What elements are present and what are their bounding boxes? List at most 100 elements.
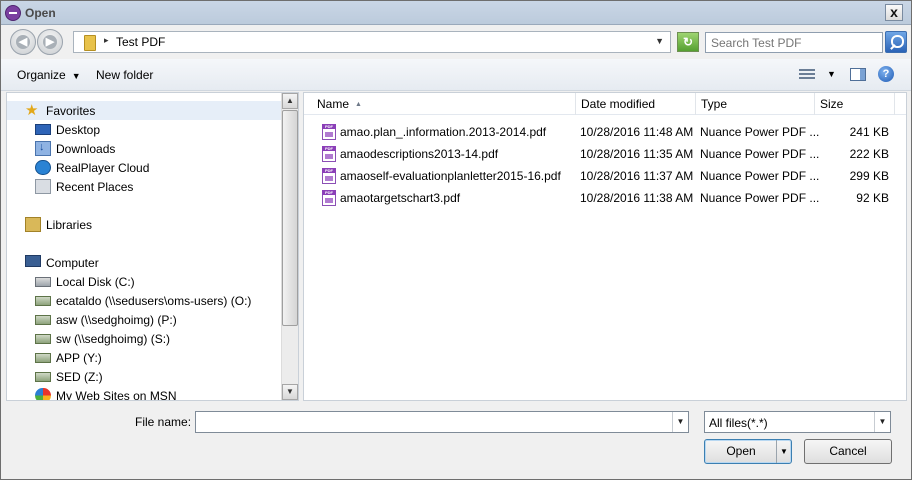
recent-places-icon <box>35 179 51 194</box>
file-type: Nuance Power PDF ... <box>700 169 820 183</box>
file-type-dropdown-icon[interactable]: ▼ <box>874 412 890 432</box>
sidebar-item-label: Local Disk (C:) <box>56 275 135 289</box>
view-dropdown-icon[interactable]: ▼ <box>827 69 836 79</box>
sidebar-item-drive-s[interactable]: sw (\\sedghoimg) (S:) <box>7 329 285 348</box>
sidebar-item-favorites[interactable]: ★ Favorites <box>7 101 285 120</box>
column-size-header[interactable]: Size <box>815 93 895 115</box>
sidebar-item-label: Favorites <box>46 104 96 118</box>
sidebar-item-label: Computer <box>46 256 99 270</box>
file-type: Nuance Power PDF ... <box>700 147 820 161</box>
sidebar-item-label: ecataldo (\\sedusers\oms-users) (O:) <box>56 294 252 308</box>
sidebar-item-label: SED (Z:) <box>56 370 103 384</box>
computer-icon <box>25 255 41 267</box>
close-button[interactable]: x <box>885 4 903 21</box>
address-bar[interactable]: ▸ Test PDF ▼ <box>73 31 671 53</box>
column-type-header[interactable]: Type <box>696 93 815 115</box>
sidebar-item-drive-z[interactable]: SED (Z:) <box>7 367 285 386</box>
organize-label: Organize <box>17 68 66 82</box>
sidebar-item-libraries[interactable]: Libraries <box>7 215 285 234</box>
file-name: amaotargetschart3.pdf <box>340 191 461 205</box>
network-drive-icon <box>35 372 51 382</box>
preview-pane-icon[interactable] <box>850 68 866 81</box>
file-name-field[interactable]: ▼ <box>195 411 689 433</box>
search-input[interactable] <box>705 32 883 53</box>
column-name-header[interactable]: Name ▲ <box>312 93 576 115</box>
sidebar-item-desktop[interactable]: Desktop <box>7 120 285 139</box>
file-size: 241 KB <box>849 125 889 139</box>
pdf-file-icon <box>322 124 336 140</box>
pdf-file-icon <box>322 146 336 162</box>
breadcrumb-test-pdf[interactable]: Test PDF <box>116 35 165 49</box>
network-drive-icon <box>35 315 51 325</box>
sidebar-item-my-web-sites-msn[interactable]: My Web Sites on MSN <box>7 386 285 400</box>
sidebar-item-label: Downloads <box>56 142 116 156</box>
sidebar-item-drive-o[interactable]: ecataldo (\\sedusers\oms-users) (O:) <box>7 291 285 310</box>
libraries-icon <box>25 217 41 232</box>
file-row[interactable]: amaoself-evaluationplanletter2015-16.pdf… <box>312 165 897 187</box>
sidebar-item-label: RealPlayer Cloud <box>56 161 150 175</box>
organize-button[interactable]: Organize ▼ <box>17 68 81 82</box>
file-list-pane: Name ▲ Date modified Type Size amao.plan_… <box>303 92 907 401</box>
sidebar-item-label: My Web Sites on MSN <box>56 389 177 400</box>
file-name: amao.plan_.information.2013-2014.pdf <box>340 125 547 139</box>
file-date: 10/28/2016 11:37 AM <box>580 169 694 183</box>
file-type-filter-value: All files(*.*) <box>709 416 768 430</box>
navigation-pane: ★ Favorites Desktop Downloads RealPlayer… <box>6 92 299 401</box>
command-bar: Organize ▼ New folder ▼ ? <box>1 59 911 91</box>
forward-button[interactable]: ▶ <box>37 29 63 55</box>
cancel-button[interactable]: Cancel <box>804 439 892 464</box>
search-icon[interactable] <box>885 31 907 53</box>
navigation-scrollbar[interactable]: ▲ ▼ <box>281 93 298 400</box>
file-name-label: File name: <box>135 415 192 429</box>
forward-arrow-icon: ▶ <box>43 35 57 49</box>
refresh-button[interactable]: ↻ <box>677 32 699 52</box>
sidebar-item-drive-y[interactable]: APP (Y:) <box>7 348 285 367</box>
msn-icon <box>35 388 51 400</box>
sidebar-item-realplayer-cloud[interactable]: RealPlayer Cloud <box>7 158 285 177</box>
file-type: Nuance Power PDF ... <box>700 125 820 139</box>
breadcrumb-separator-icon[interactable]: ▸ <box>104 35 109 46</box>
scroll-thumb[interactable] <box>282 110 298 326</box>
file-name: amaoself-evaluationplanletter2015-16.pdf <box>340 169 561 183</box>
file-name: amaodescriptions2013-14.pdf <box>340 147 499 161</box>
file-name-dropdown-icon[interactable]: ▼ <box>672 412 688 432</box>
sidebar-item-computer[interactable]: Computer <box>7 253 285 272</box>
scroll-down-icon[interactable]: ▼ <box>282 384 298 400</box>
file-row[interactable]: amaotargetschart3.pdf 10/28/2016 11:38 A… <box>312 187 897 209</box>
app-icon <box>5 5 21 21</box>
address-dropdown-icon[interactable]: ▼ <box>655 36 664 46</box>
network-drive-icon <box>35 296 51 306</box>
sidebar-item-label: Recent Places <box>56 180 134 194</box>
star-icon: ★ <box>25 102 39 119</box>
sort-ascending-icon: ▲ <box>355 101 362 108</box>
network-drive-icon <box>35 353 51 363</box>
open-button-label[interactable]: Open <box>705 440 777 463</box>
sidebar-item-local-disk-c[interactable]: Local Disk (C:) <box>7 272 285 291</box>
back-arrow-icon: ◀ <box>16 35 30 49</box>
change-view-icon[interactable] <box>799 69 815 81</box>
help-icon[interactable]: ? <box>878 66 894 82</box>
navigation-tree: ★ Favorites Desktop Downloads RealPlayer… <box>7 93 285 400</box>
sidebar-item-drive-p[interactable]: asw (\\sedghoimg) (P:) <box>7 310 285 329</box>
column-name-label: Name <box>317 97 350 111</box>
file-size: 222 KB <box>849 147 889 161</box>
pdf-file-icon <box>322 190 336 206</box>
sidebar-item-recent-places[interactable]: Recent Places <box>7 177 285 196</box>
sidebar-item-downloads[interactable]: Downloads <box>7 139 285 158</box>
file-row[interactable]: amao.plan_.information.2013-2014.pdf 10/… <box>312 121 897 143</box>
back-button[interactable]: ◀ <box>10 29 36 55</box>
folder-icon <box>82 35 96 51</box>
file-size: 92 KB <box>856 191 889 205</box>
file-type-filter[interactable]: All files(*.*) ▼ <box>704 411 891 433</box>
open-button[interactable]: Open ▼ <box>704 439 792 464</box>
open-split-dropdown-icon[interactable]: ▼ <box>776 440 791 463</box>
scroll-up-icon[interactable]: ▲ <box>282 93 298 109</box>
column-date-header[interactable]: Date modified <box>576 93 696 115</box>
file-row[interactable]: amaodescriptions2013-14.pdf 10/28/2016 1… <box>312 143 897 165</box>
open-dialog: Open x ◀ ▶ ▸ Test PDF ▼ ↻ Organize ▼ New … <box>0 0 912 480</box>
window-title: Open <box>25 6 56 20</box>
new-folder-button[interactable]: New folder <box>96 68 153 82</box>
navigation-bar: ◀ ▶ ▸ Test PDF ▼ ↻ <box>1 26 911 58</box>
local-disk-icon <box>35 277 51 287</box>
sidebar-item-label: Desktop <box>56 123 101 137</box>
